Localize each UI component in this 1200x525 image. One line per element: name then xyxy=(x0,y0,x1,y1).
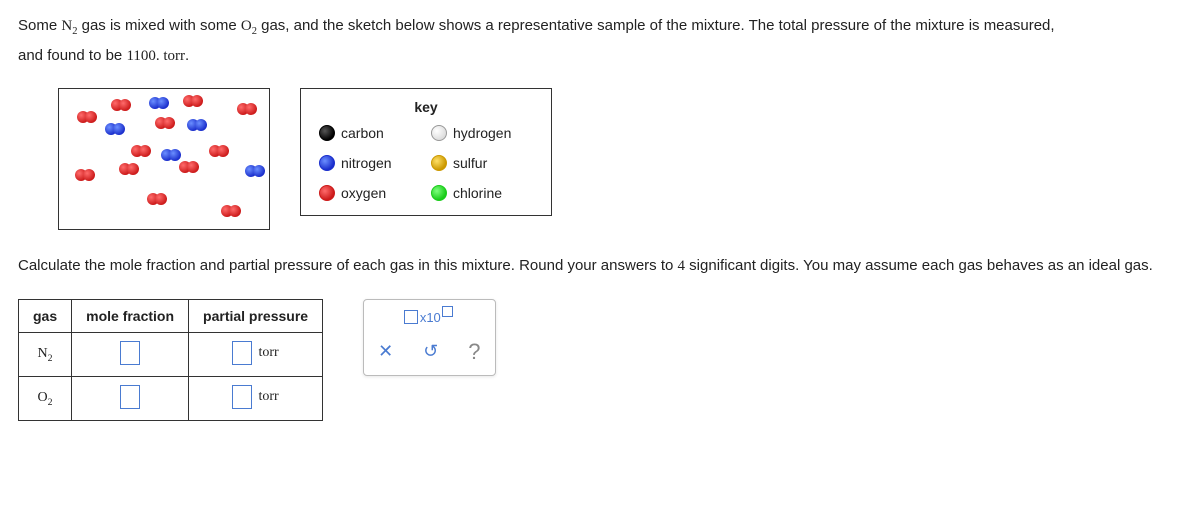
nitrogen-icon xyxy=(319,155,335,171)
unit-label: torr xyxy=(258,345,278,361)
key-label: nitrogen xyxy=(341,155,431,171)
col-mole-fraction: mole fraction xyxy=(72,299,189,332)
gas-n2: N2 xyxy=(19,332,72,376)
table-row: O2 torr xyxy=(19,376,323,420)
o2-partial-pressure-input[interactable] xyxy=(232,385,252,409)
t: gas is mixed with some xyxy=(77,17,240,34)
help-button[interactable]: ? xyxy=(468,339,480,365)
key-label: sulfur xyxy=(453,155,533,171)
scientific-notation-button[interactable]: x10 xyxy=(404,310,455,325)
pressure-value: 1100. torr xyxy=(126,48,185,64)
key-title: key xyxy=(319,99,533,115)
molecule-sketch xyxy=(58,88,270,230)
unit-label: torr xyxy=(258,389,278,405)
key-label: hydrogen xyxy=(453,125,533,141)
question-prompt: Some N2 gas is mixed with some O2 gas, a… xyxy=(18,12,1182,70)
formula-o2: O2 xyxy=(241,18,257,34)
sulfur-icon xyxy=(431,155,447,171)
hydrogen-icon xyxy=(431,125,447,141)
carbon-icon xyxy=(319,125,335,141)
t: . xyxy=(185,47,189,64)
toolbox: x10 ✕ ↺ ? xyxy=(363,299,495,376)
key-label: chlorine xyxy=(453,185,533,201)
t: Some xyxy=(18,17,61,34)
n2-partial-pressure-input[interactable] xyxy=(232,341,252,365)
col-gas: gas xyxy=(19,299,72,332)
instruction-text: Calculate the mole fraction and partial … xyxy=(18,252,1182,281)
clear-button[interactable]: ✕ xyxy=(378,341,393,362)
table-row: N2 torr xyxy=(19,332,323,376)
oxygen-icon xyxy=(319,185,335,201)
key-label: oxygen xyxy=(341,185,431,201)
formula-n2: N2 xyxy=(61,18,77,34)
answer-table: gas mole fraction partial pressure N2 to… xyxy=(18,299,323,421)
key-label: carbon xyxy=(341,125,431,141)
gas-o2: O2 xyxy=(19,376,72,420)
chlorine-icon xyxy=(431,185,447,201)
o2-mole-fraction-input[interactable] xyxy=(120,385,140,409)
col-partial-pressure: partial pressure xyxy=(189,299,323,332)
t: and found to be xyxy=(18,47,126,64)
t: gas, and the sketch below shows a repres… xyxy=(257,17,1055,34)
legend-key: key carbon hydrogen nitrogen sulfur oxyg… xyxy=(300,88,552,216)
n2-mole-fraction-input[interactable] xyxy=(120,341,140,365)
reset-button[interactable]: ↺ xyxy=(423,341,438,362)
